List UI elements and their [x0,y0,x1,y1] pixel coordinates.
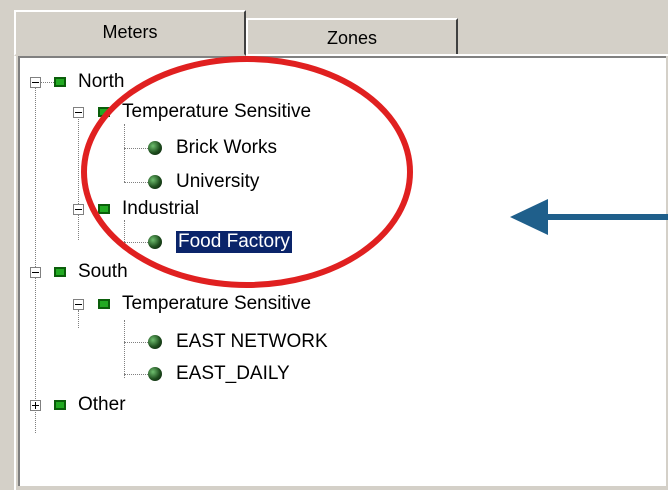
annotation-overlay [81,56,668,288]
pointer-arrow-icon [510,199,548,235]
tab-meters[interactable]: Meters [14,10,246,56]
highlight-circle [81,56,413,288]
